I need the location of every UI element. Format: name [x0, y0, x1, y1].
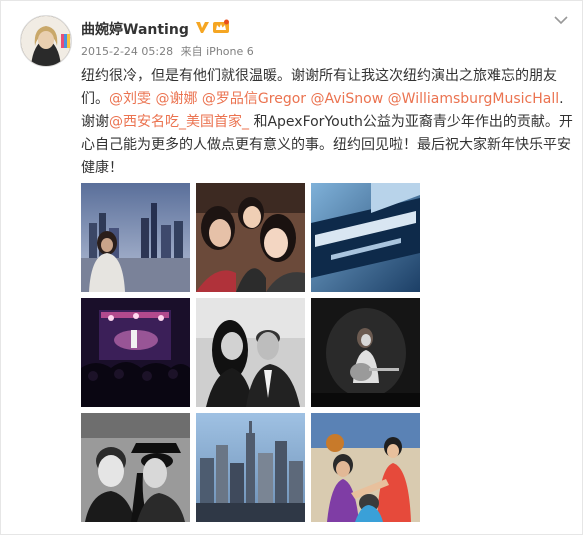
- photo-couple-bw[interactable]: [196, 298, 305, 407]
- chevron-down-icon[interactable]: [553, 14, 569, 26]
- post-timestamp[interactable]: 2015-2-24 05:28: [81, 45, 173, 58]
- photo-grid: [81, 183, 421, 523]
- mention-link[interactable]: @罗品信Gregor: [202, 91, 306, 107]
- photo-guitarist-stage[interactable]: [311, 298, 420, 407]
- verified-v-badge-icon: [196, 22, 209, 33]
- post-source[interactable]: iPhone 6: [206, 45, 254, 58]
- mention-link[interactable]: @刘雯: [109, 91, 151, 107]
- post-meta: 2015-2-24 05:28 来自 iPhone 6: [81, 43, 254, 59]
- photo-city-skyline-woman[interactable]: [81, 183, 190, 292]
- weibo-post-card: 曲婉婷Wanting 2015-2-24 05:28 来自 iPhone 6 纽…: [0, 0, 583, 535]
- username[interactable]: 曲婉婷Wanting: [81, 19, 189, 39]
- mention-link[interactable]: @西安名吃_美国首家_: [109, 114, 249, 130]
- mention-link[interactable]: @AviSnow: [310, 91, 383, 107]
- source-prefix: 来自: [180, 45, 203, 58]
- photo-selfie-three-women[interactable]: [196, 183, 305, 292]
- photo-manhattan-skyline[interactable]: [196, 413, 305, 522]
- photo-two-friends-bw[interactable]: [81, 413, 190, 522]
- photo-marquee-sign[interactable]: [311, 183, 420, 292]
- user-avatar[interactable]: [20, 15, 72, 67]
- mention-link[interactable]: @WilliamsburgMusicHall: [388, 91, 559, 107]
- mention-link[interactable]: @谢娜: [155, 91, 197, 107]
- post-text: 纽约很冷，但是有他们就很温暖。谢谢所有让我这次纽约演出之旅难忘的朋友们。@刘雯 …: [81, 65, 573, 180]
- member-crown-icon[interactable]: [212, 19, 230, 35]
- photo-kids-basketball[interactable]: [311, 413, 420, 522]
- photo-concert-crowd[interactable]: [81, 298, 190, 407]
